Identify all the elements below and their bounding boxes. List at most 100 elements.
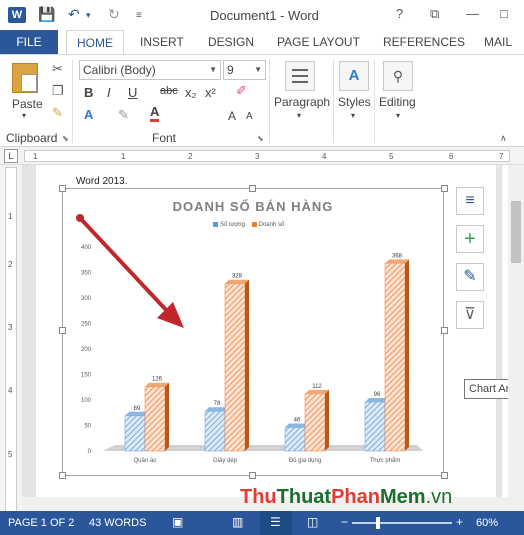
chart-area[interactable]: DOANH SỐ BÁN HÀNG Số lượng Doanh số 0 50 1… — [62, 188, 444, 476]
data-label: 78 — [214, 401, 221, 407]
paste-button[interactable]: Paste — [12, 97, 43, 111]
chart-filters-button[interactable]: ⊽ — [456, 301, 484, 329]
clipboard-launcher-icon[interactable]: ⬊ — [62, 134, 69, 143]
resize-handle[interactable] — [249, 185, 256, 192]
collapse-ribbon-icon[interactable]: ∧ — [500, 133, 507, 144]
separator — [269, 59, 270, 143]
document-text[interactable]: Word 2013. — [76, 176, 128, 187]
underline-button[interactable]: U — [128, 85, 137, 100]
clear-formatting-icon[interactable]: ✐ — [236, 83, 247, 99]
paragraph-button[interactable]: Paragraph — [274, 95, 330, 109]
x-tick-label: Giầy dép — [213, 458, 238, 464]
zoom-in-button[interactable]: + — [456, 515, 463, 529]
resize-handle[interactable] — [59, 472, 66, 479]
font-launcher-icon[interactable]: ⬊ — [257, 134, 264, 143]
text-effects-icon[interactable]: A — [84, 107, 93, 122]
editing-button[interactable]: Editing — [379, 95, 416, 109]
separator — [374, 59, 375, 143]
styles-icon[interactable]: A — [339, 61, 369, 91]
styles-button[interactable]: Styles — [338, 95, 371, 109]
tab-page-layout[interactable]: PAGE LAYOUT — [277, 30, 360, 54]
tab-references[interactable]: REFERENCES — [383, 30, 465, 54]
bar-top — [145, 382, 169, 387]
chart-elements-button[interactable]: + — [456, 225, 484, 253]
print-layout-button[interactable]: ☰ — [260, 511, 292, 535]
word-logo: W — [8, 7, 26, 23]
strikethrough-button[interactable]: abc — [160, 85, 178, 97]
separator — [333, 59, 334, 143]
zoom-slider-thumb[interactable] — [376, 517, 380, 529]
paragraph-dropdown-icon[interactable]: ▾ — [297, 111, 301, 120]
copy-icon[interactable]: ❐ — [52, 83, 64, 99]
scrollbar-thumb[interactable] — [511, 201, 521, 263]
page-count[interactable]: PAGE 1 OF 2 — [8, 517, 74, 529]
word-count[interactable]: 43 WORDS — [89, 517, 146, 529]
data-label: 112 — [312, 384, 322, 390]
bold-button[interactable]: B — [84, 85, 93, 100]
bar — [124, 415, 146, 452]
grow-font-button[interactable]: A — [228, 109, 236, 123]
zoom-level[interactable]: 60% — [476, 517, 498, 529]
shrink-font-button[interactable]: A — [246, 111, 253, 122]
undo-icon[interactable]: ↶ — [68, 6, 80, 23]
ruler-number: 4 — [8, 386, 13, 395]
tab-design[interactable]: DESIGN — [208, 30, 254, 54]
resize-handle[interactable] — [59, 185, 66, 192]
y-tick-label: 0 — [88, 449, 92, 455]
minimize-button[interactable]: — — [466, 6, 479, 21]
resize-handle[interactable] — [441, 327, 448, 334]
highlight-icon[interactable]: ✎ — [118, 107, 129, 123]
vertical-ruler-strip[interactable]: 1 2 3 4 5 — [5, 167, 17, 513]
read-mode-icon[interactable]: ▥ — [232, 515, 243, 529]
tab-file[interactable]: FILE — [0, 30, 58, 54]
paragraph-icon[interactable] — [285, 61, 315, 91]
resize-handle[interactable] — [441, 185, 448, 192]
web-layout-icon[interactable]: ◫ — [307, 515, 318, 529]
superscript-button[interactable]: x² — [205, 85, 216, 100]
cut-icon[interactable]: ✂ — [52, 61, 63, 77]
customize-qat-icon[interactable]: ≡ — [136, 10, 142, 21]
tab-home[interactable]: HOME — [66, 30, 124, 54]
paste-icon[interactable] — [12, 63, 38, 93]
subscript-button[interactable]: x₂ — [185, 85, 197, 100]
ruler-strip[interactable]: 1 1 2 3 4 5 6 7 — [24, 150, 510, 162]
data-label: 328 — [232, 274, 243, 280]
resize-handle[interactable] — [441, 472, 448, 479]
undo-dropdown-icon[interactable]: ▾ — [86, 10, 91, 21]
save-icon[interactable]: 💾 — [38, 6, 55, 23]
maximize-button[interactable]: □ — [500, 6, 508, 21]
tab-selector[interactable]: L — [4, 149, 18, 163]
binoculars-icon[interactable]: ⚲ — [383, 61, 413, 91]
help-button[interactable]: ? — [396, 6, 403, 21]
redo-icon[interactable]: ↻ — [108, 6, 120, 23]
tab-mailings[interactable]: MAIL — [484, 30, 512, 54]
x-tick-label: Quần áo — [133, 458, 157, 464]
italic-button[interactable]: I — [107, 85, 111, 100]
vertical-scrollbar[interactable] — [508, 165, 524, 515]
styles-dropdown-icon[interactable]: ▾ — [351, 111, 355, 120]
resize-handle[interactable] — [59, 327, 66, 334]
proofing-icon[interactable]: ▣ — [172, 515, 183, 529]
chart-plot[interactable]: 0 50 100 150 200 250 300 350 400 69 126 Quần áo 78 32… — [63, 189, 443, 475]
paste-dropdown-icon[interactable]: ▾ — [22, 111, 26, 120]
bar — [364, 401, 386, 452]
ruler-number: 2 — [188, 152, 193, 161]
resize-handle[interactable] — [249, 472, 256, 479]
zoom-out-button[interactable]: − — [341, 515, 348, 529]
editing-dropdown-icon[interactable]: ▾ — [396, 111, 400, 120]
x-tick-label: Thực phẩm — [370, 457, 401, 464]
chart-styles-button[interactable]: ✎ — [456, 263, 484, 291]
layout-options-button[interactable]: ≡ — [456, 187, 484, 215]
font-color-icon[interactable]: A — [150, 105, 160, 122]
format-painter-icon[interactable]: ✎ — [52, 105, 63, 121]
font-name-field[interactable]: Calibri (Body) ▼ — [79, 60, 221, 80]
bar — [284, 427, 306, 452]
font-size-field[interactable]: 9 ▼ — [223, 60, 266, 80]
ruler-number: 7 — [499, 152, 504, 161]
zoom-slider[interactable] — [352, 522, 452, 524]
ruler-number: 5 — [8, 450, 13, 459]
ruler-number: 1 — [121, 152, 126, 161]
bar-top — [305, 389, 329, 394]
tab-insert[interactable]: INSERT — [140, 30, 184, 54]
ribbon-display-button[interactable]: ⧉ — [430, 6, 439, 22]
